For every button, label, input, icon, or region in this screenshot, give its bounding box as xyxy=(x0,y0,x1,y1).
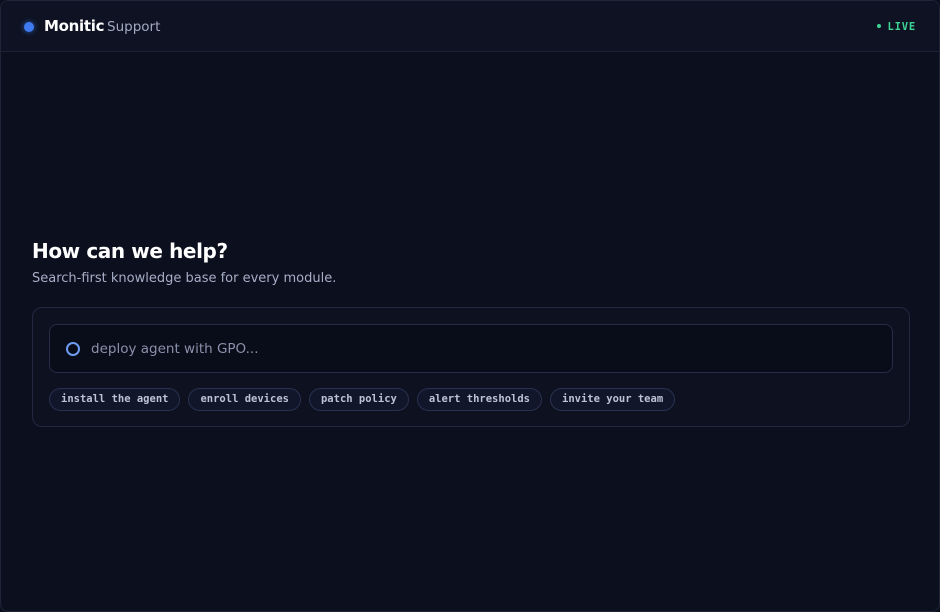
page-title: How can we help? xyxy=(32,239,228,263)
suggestion-chip-install-agent[interactable]: install the agent xyxy=(49,388,181,411)
suggestion-chip-patch-policy[interactable]: patch policy xyxy=(308,388,409,411)
search-input[interactable] xyxy=(91,325,871,372)
page-subtitle: Search-first knowledge base for every mo… xyxy=(32,271,337,286)
app-window: Monitic Support LIVE How can we help? Se… xyxy=(0,0,940,612)
suggestion-chip-enroll-devices[interactable]: enroll devices xyxy=(188,388,301,411)
section-label: Support xyxy=(107,19,161,35)
live-dot-icon xyxy=(876,24,881,28)
suggestion-chip-invite-team[interactable]: invite your team xyxy=(550,388,676,411)
brand-name[interactable]: Monitic xyxy=(44,17,104,35)
search-icon xyxy=(66,342,80,356)
top-bar: Monitic Support LIVE xyxy=(1,1,939,52)
live-status-text: LIVE xyxy=(887,21,916,33)
brand-logo-icon xyxy=(24,22,34,32)
suggestion-chip-alert-thresholds[interactable]: alert thresholds xyxy=(416,388,542,411)
live-status-badge: LIVE xyxy=(876,21,917,33)
suggestion-chips: install the agent enroll devices patch p… xyxy=(49,388,676,411)
search-box[interactable] xyxy=(49,324,893,373)
search-card: install the agent enroll devices patch p… xyxy=(32,307,910,427)
